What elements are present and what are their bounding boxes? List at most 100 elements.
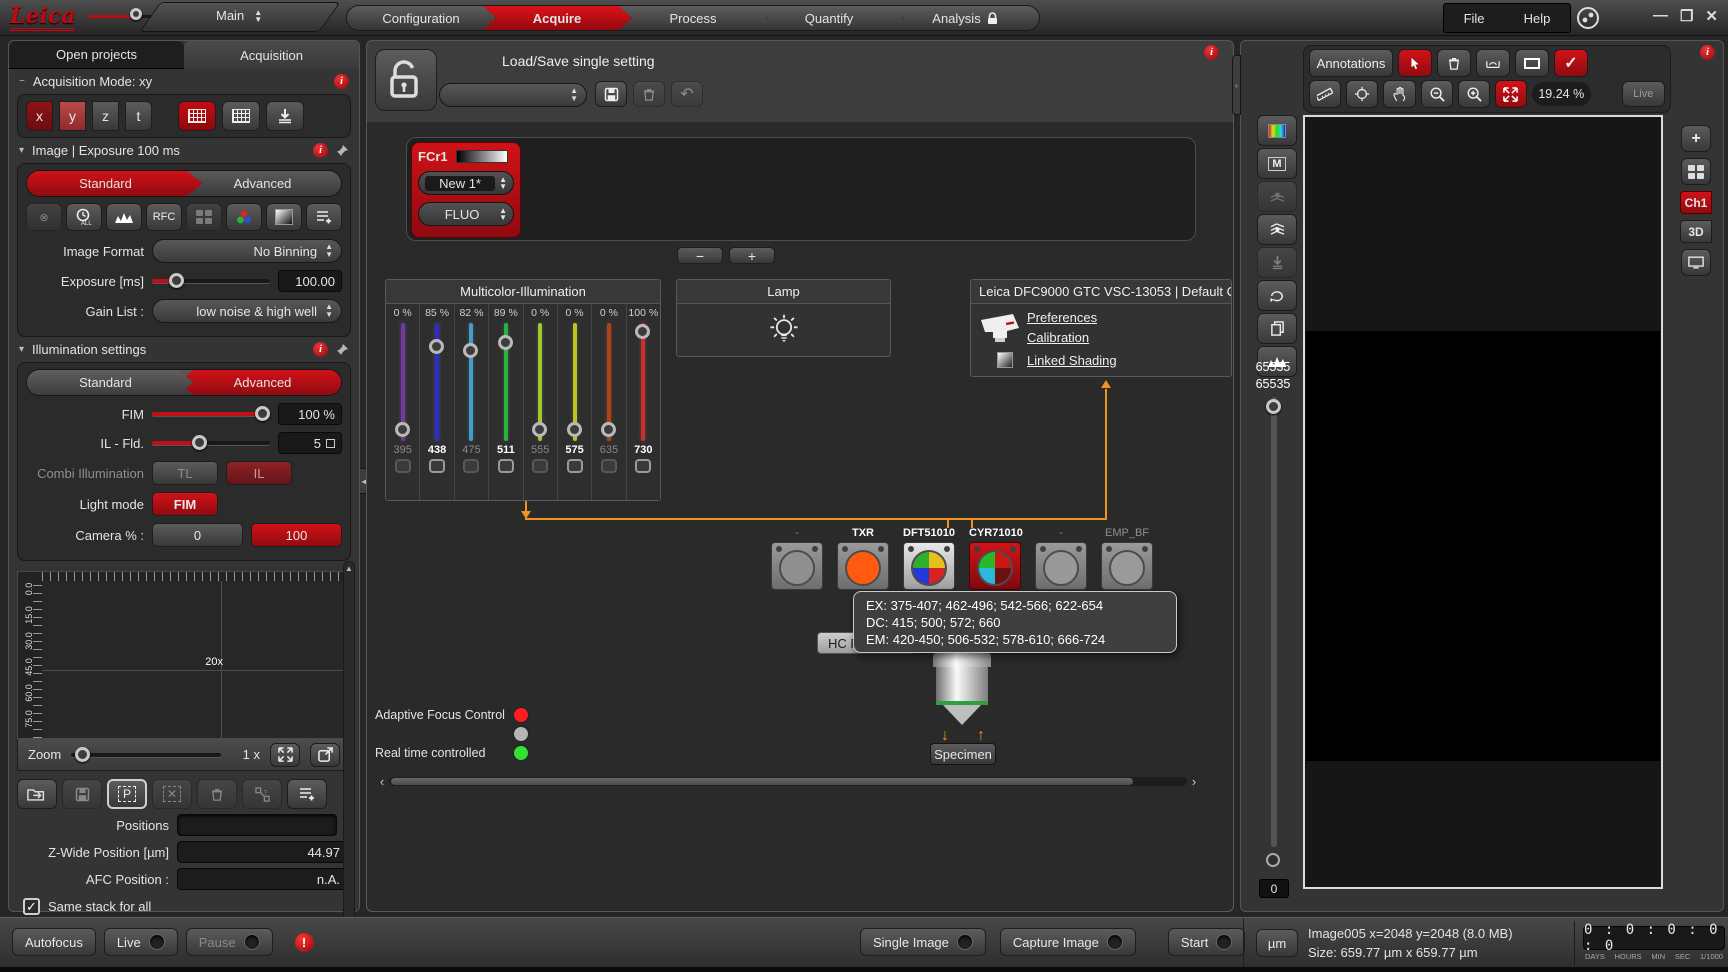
- refresh-view-button[interactable]: [1257, 280, 1297, 311]
- slider-knob[interactable]: [567, 422, 582, 437]
- image-viewer[interactable]: [1303, 115, 1663, 889]
- remove-position-button[interactable]: ✕: [152, 779, 192, 809]
- center-view-button[interactable]: [1346, 80, 1378, 108]
- filter-slot-emp-bf[interactable]: EMP_BF: [1101, 527, 1153, 590]
- stage-map-area[interactable]: 20x: [42, 581, 350, 738]
- tile-mosaic-button[interactable]: [222, 101, 260, 131]
- wavelength-checkbox[interactable]: [463, 459, 479, 473]
- channel-card-fcr1[interactable]: FCr1 New 1* ▲▼ FLUO ▲▼: [411, 142, 521, 238]
- acquisition-mode-header[interactable]: − Acquisition Mode: xy i: [9, 69, 359, 94]
- same-stack-checkbox[interactable]: ✓: [23, 898, 40, 915]
- filter-slot-txr[interactable]: TXR: [837, 527, 889, 590]
- white-level-knob[interactable]: [1266, 399, 1281, 414]
- wavelength-checkbox[interactable]: [395, 459, 411, 473]
- tile-scan-grid-button[interactable]: [178, 101, 216, 131]
- scrollbar-thumb[interactable]: [391, 778, 1133, 785]
- diagram-horizontal-scrollbar[interactable]: ‹ ›: [375, 773, 1201, 789]
- standard-tab[interactable]: Standard: [27, 370, 184, 395]
- exposure-value[interactable]: 100.00: [278, 270, 342, 292]
- image-exposure-header[interactable]: ▾ Image | Exposure 100 ms i: [9, 138, 359, 163]
- positions-select[interactable]: [177, 814, 337, 836]
- snapshot-to-stack-button[interactable]: [1257, 247, 1297, 278]
- tl-button[interactable]: TL: [152, 461, 218, 485]
- measurement-overlay-button[interactable]: M: [1257, 148, 1297, 179]
- info-icon[interactable]: i: [313, 342, 328, 357]
- disable-icon-button[interactable]: ⊗: [26, 203, 62, 231]
- preferences-link[interactable]: Preferences: [1027, 310, 1223, 325]
- scalebar-button[interactable]: [1309, 80, 1341, 108]
- delete-annotation-button[interactable]: [1437, 49, 1471, 77]
- slider-knob[interactable]: [532, 422, 547, 437]
- channel-lut-gradient[interactable]: [456, 150, 508, 163]
- fit-to-screen-button[interactable]: [1495, 80, 1527, 108]
- layers-dim-button[interactable]: [1257, 181, 1297, 212]
- standard-tab[interactable]: Standard: [27, 171, 184, 196]
- lamp-panel[interactable]: Lamp: [676, 279, 891, 357]
- zoom-out-button[interactable]: [1421, 80, 1453, 108]
- apply-button[interactable]: ✓: [1554, 49, 1588, 77]
- il-fld-slider[interactable]: [152, 441, 270, 445]
- maximize-button[interactable]: ❐: [1680, 7, 1693, 25]
- rfc-button[interactable]: RFC: [146, 203, 182, 231]
- exposure-slider-knob[interactable]: [169, 273, 184, 288]
- load-positions-button[interactable]: [17, 779, 57, 809]
- pan-tool-button[interactable]: [1383, 80, 1415, 108]
- intensity-slider[interactable]: [429, 323, 445, 441]
- specimen-button[interactable]: Specimen: [930, 743, 996, 765]
- slider-knob[interactable]: [395, 422, 410, 437]
- camera-100-button[interactable]: 100: [251, 523, 342, 547]
- tab-open-projects[interactable]: Open projects: [9, 41, 184, 69]
- filter-slot-dft51010[interactable]: DFT51010: [903, 527, 955, 590]
- dim-z-button[interactable]: z: [92, 101, 119, 131]
- capture-image-button[interactable]: Capture Image: [1000, 928, 1136, 956]
- scroll-up-icon[interactable]: ▲: [345, 564, 353, 573]
- fim-slider-knob[interactable]: [255, 406, 270, 421]
- dim-t-button[interactable]: t: [125, 101, 152, 131]
- scroll-left-icon[interactable]: ‹: [375, 774, 389, 789]
- zoom-in-button[interactable]: [1458, 80, 1490, 108]
- close-button[interactable]: ✕: [1705, 7, 1718, 25]
- pin-icon[interactable]: [336, 343, 349, 356]
- mark-position-button[interactable]: P: [107, 779, 147, 809]
- exposure-slider[interactable]: [152, 279, 270, 283]
- image-format-select[interactable]: No Binning ▲▼: [152, 239, 342, 263]
- add-view-button[interactable]: +: [1681, 125, 1711, 152]
- start-button[interactable]: Start: [1168, 928, 1245, 956]
- tab-configuration[interactable]: Configuration: [346, 5, 496, 31]
- network-icon[interactable]: [1576, 6, 1600, 30]
- scroll-right-icon[interactable]: ›: [1187, 774, 1201, 789]
- wavelength-checkbox[interactable]: [429, 459, 445, 473]
- il-button[interactable]: IL: [226, 461, 292, 485]
- channel-contrast-select[interactable]: FLUO ▲▼: [418, 202, 514, 226]
- live-view-button[interactable]: Live: [1622, 81, 1665, 107]
- wavelength-checkbox[interactable]: [601, 459, 617, 473]
- stage-zoom-knob[interactable]: [75, 747, 90, 762]
- tab-analysis[interactable]: Analysis: [890, 5, 1040, 31]
- stage-zoom-slider[interactable]: [71, 753, 221, 757]
- slider-knob[interactable]: [463, 343, 478, 358]
- lut-button[interactable]: [1257, 115, 1297, 146]
- split-view-button[interactable]: [1681, 158, 1711, 185]
- remove-channel-button[interactable]: −: [677, 247, 723, 264]
- info-icon[interactable]: i: [1204, 45, 1219, 60]
- pin-icon[interactable]: [336, 144, 349, 157]
- objective-icon[interactable]: [933, 653, 991, 727]
- spinner-updown-icon[interactable]: ▲▼: [499, 176, 507, 190]
- slider-knob[interactable]: [429, 339, 444, 354]
- warning-icon[interactable]: !: [295, 933, 314, 952]
- live-image[interactable]: [1306, 331, 1660, 761]
- menu-help[interactable]: Help: [1524, 11, 1551, 26]
- info-icon[interactable]: i: [313, 143, 328, 158]
- il-fld-value[interactable]: 5: [278, 432, 342, 454]
- measure-tool-button[interactable]: [1476, 49, 1510, 77]
- linked-shading-link[interactable]: Linked Shading: [1027, 353, 1223, 368]
- info-icon[interactable]: i: [334, 74, 349, 89]
- left-panel-scrollbar[interactable]: ▲ ▼: [343, 561, 355, 933]
- wavelength-checkbox[interactable]: [532, 459, 548, 473]
- intensity-slider[interactable]: [395, 323, 411, 441]
- intensity-slider[interactable]: [567, 323, 583, 441]
- afc-position-value[interactable]: n.A.: [177, 868, 349, 890]
- add-to-list-button[interactable]: [306, 203, 342, 231]
- delete-positions-button[interactable]: [197, 779, 237, 809]
- light-mode-fim-button[interactable]: FIM: [152, 492, 218, 516]
